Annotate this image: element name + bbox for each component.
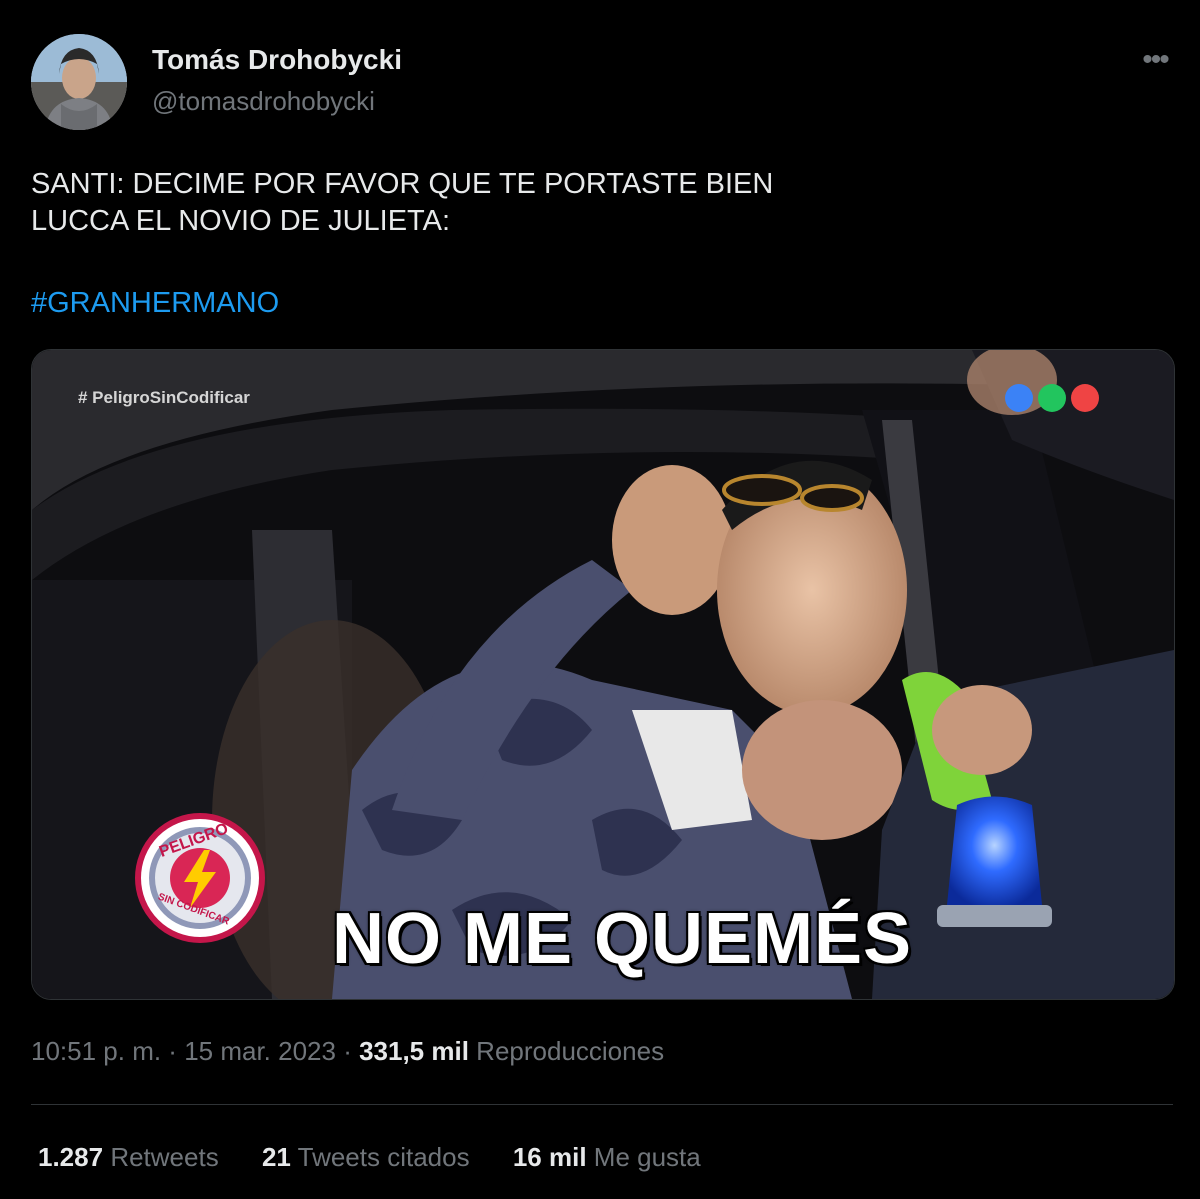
quotes-label: Tweets citados: [297, 1142, 470, 1172]
program-watermark: # PeligroSinCodificar: [78, 388, 250, 407]
meta-separator: ·: [335, 1036, 360, 1066]
tweet-media[interactable]: # PeligroSinCodificar PELIGRO SIN CODIFI…: [31, 349, 1175, 1000]
media-caption: NO ME QUEMÉS: [332, 899, 913, 979]
quotes-count: 21: [261, 1142, 291, 1172]
retweets-label: Retweets: [110, 1142, 219, 1172]
badge-top-text: PELIGRO: [157, 820, 231, 861]
engagement-stats: 1.287 Retweets 21 Tweets citados 16 mil …: [38, 1142, 737, 1173]
retweets-count: 1.287: [38, 1142, 104, 1172]
views-label: Reproducciones: [476, 1036, 665, 1066]
divider: [31, 1104, 1173, 1105]
likes-label: Me gusta: [593, 1142, 701, 1172]
program-logo-badge: PELIGRO SIN CODIFICAR: [138, 816, 262, 940]
ellipsis-icon: •••: [1142, 43, 1169, 76]
quotes-stat[interactable]: 21 Tweets citados: [262, 1142, 470, 1172]
tweet-text-line: LUCCA EL NOVIO DE JULIETA:: [31, 205, 450, 237]
hashtag-link[interactable]: #GRANHERMANO: [31, 285, 279, 322]
meta-separator: ·: [161, 1036, 185, 1066]
more-options-button[interactable]: •••: [1138, 43, 1172, 76]
badge-bottom-text: SIN CODIFICAR: [156, 891, 231, 928]
author-display-name[interactable]: Tomás Drohobycki: [152, 44, 402, 76]
author-avatar[interactable]: [31, 34, 127, 130]
views-count: 331,5 mil: [359, 1036, 469, 1066]
tweet-date[interactable]: 15 mar. 2023: [184, 1036, 336, 1066]
tweet-text-line: SANTI: DECIME POR FAVOR QUE TE PORTASTE …: [31, 168, 774, 200]
author-handle[interactable]: @tomasdrohobycki: [152, 86, 375, 117]
tweet-meta: 10:51 p. m. · 15 mar. 2023 · 331,5 mil R…: [31, 1036, 664, 1067]
likes-count: 16 mil: [512, 1142, 587, 1172]
tweet-time[interactable]: 10:51 p. m.: [31, 1036, 161, 1066]
likes-stat[interactable]: 16 mil Me gusta: [513, 1142, 701, 1172]
profile-photo: [31, 34, 127, 130]
retweets-stat[interactable]: 1.287 Retweets: [38, 1142, 219, 1172]
tweet-text: SANTI: DECIME POR FAVOR QUE TE PORTASTE …: [31, 166, 1161, 240]
